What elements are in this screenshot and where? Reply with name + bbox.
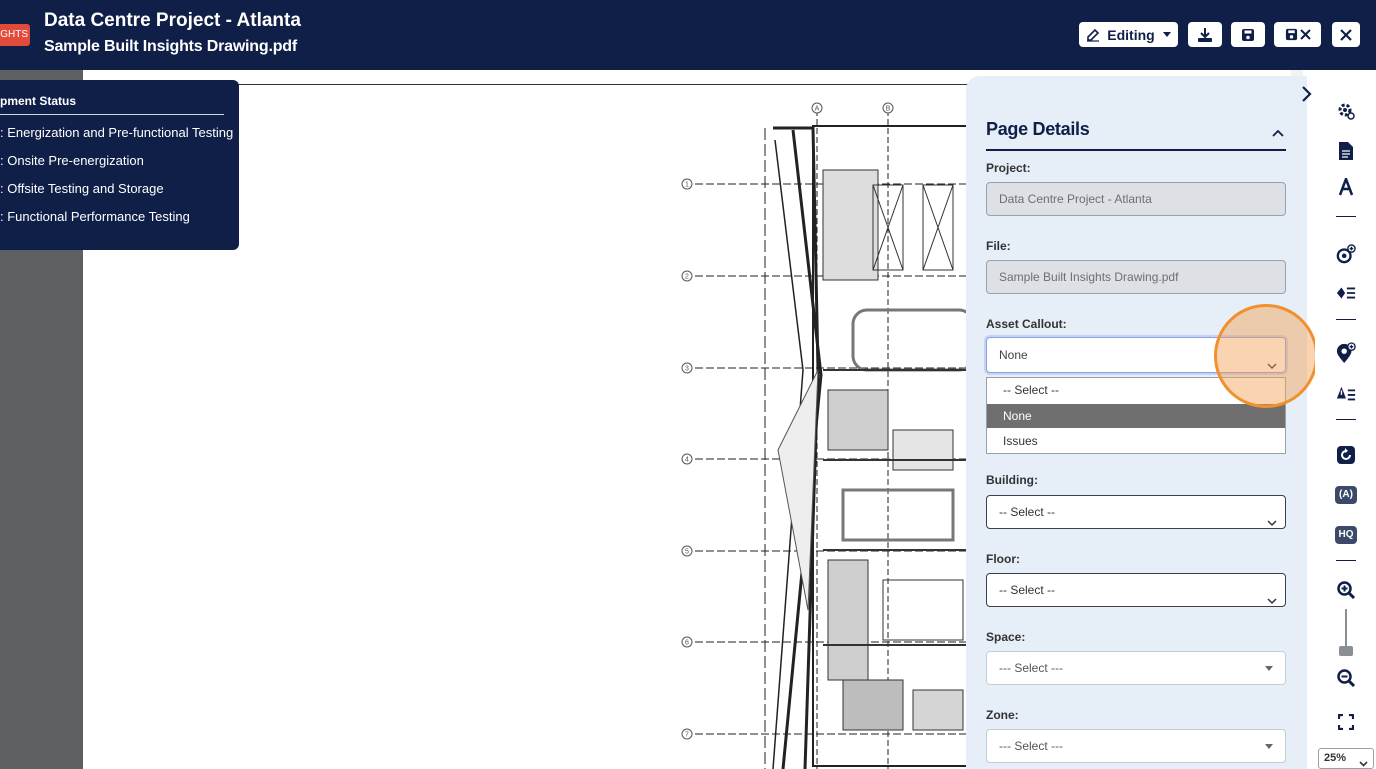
asset-callout-value: None [999,348,1028,362]
legend-title: pment Status [0,94,224,115]
issues-list-icon[interactable] [1336,384,1356,404]
row-marker: 6 [685,640,689,647]
zoom-in-icon[interactable] [1336,580,1356,600]
row-marker: 4 [685,457,689,464]
file-name: Sample Built Insights Drawing.pdf [44,38,297,55]
project-field: Data Centre Project - Atlanta [986,182,1286,216]
app-header: GHTS Data Centre Project - Atlanta Sampl… [0,0,1376,70]
caret-down-icon [1162,32,1171,37]
toolbar-separator [1336,216,1356,217]
auto-label-button[interactable]: (A) [1335,486,1357,504]
row-marker: 5 [685,549,689,556]
fullscreen-icon[interactable] [1336,712,1356,732]
project-label: Project: [986,161,1031,175]
option-issues[interactable]: Issues [987,429,1285,453]
save-icon [1241,28,1255,42]
chevron-down-icon [1267,585,1277,606]
caret-down-icon [1265,744,1273,749]
chevron-down-icon [1267,507,1277,528]
hq-toggle-button[interactable]: HQ [1335,526,1357,544]
caret-down-icon [1265,666,1273,671]
app-badge: GHTS [0,24,30,46]
row-marker: 7 [685,732,689,739]
zoom-slider-handle[interactable] [1339,646,1353,656]
view-settings-icon[interactable] [1336,101,1356,121]
save-button[interactable] [1231,22,1265,47]
space-select[interactable]: --- Select --- [986,651,1286,685]
page-details-header[interactable]: Page Details [986,116,1286,151]
rotate-icon[interactable] [1336,445,1356,465]
right-toolbar [1315,70,1376,769]
legend-item: : Functional Performance Testing [0,209,190,224]
close-icon [1299,29,1311,40]
floor-value: -- Select -- [999,583,1056,597]
option-none[interactable]: None [987,404,1285,428]
edit-icon [1086,28,1100,42]
chevron-up-icon[interactable] [1272,124,1284,142]
save-and-close-button[interactable] [1274,22,1321,47]
chevron-right-icon [1298,86,1314,108]
toolbar-separator [1336,319,1356,320]
floor-select[interactable]: -- Select -- [986,573,1286,607]
save-icon [1285,28,1298,41]
document-icon[interactable] [1336,141,1356,161]
zoom-level-select[interactable]: 25% [1318,748,1374,769]
click-highlight [1214,304,1318,408]
add-location-icon[interactable] [1336,342,1356,363]
close-icon [1340,28,1352,41]
legend-item: : Energization and Pre-functional Testin… [0,125,234,140]
row-marker: 1 [685,182,689,189]
building-select[interactable]: -- Select -- [986,495,1286,529]
text-icon[interactable] [1336,177,1356,197]
editing-mode-label: Editing [1107,26,1155,43]
zone-select[interactable]: --- Select --- [986,729,1286,763]
asset-callout-label: Asset Callout: [986,317,1067,331]
column-marker: A [815,106,820,113]
project-title: Data Centre Project - Atlanta [44,10,301,31]
file-field: Sample Built Insights Drawing.pdf [986,260,1286,294]
row-marker: 3 [685,366,689,373]
download-icon [1197,27,1213,43]
zone-value: --- Select --- [999,739,1063,753]
page-details-title: Page Details [986,119,1090,139]
file-label: File: [986,239,1011,253]
legend-item: : Offsite Testing and Storage [0,181,164,196]
add-asset-icon[interactable] [1336,244,1356,264]
building-label: Building: [986,473,1038,487]
space-value: --- Select --- [999,661,1063,675]
editing-mode-button[interactable]: Editing [1079,22,1178,47]
zoom-level-value: 25% [1324,752,1347,764]
floor-label: Floor: [986,552,1020,566]
space-label: Space: [986,630,1026,644]
zone-label: Zone: [986,708,1019,722]
column-marker: B [886,106,891,113]
zoom-out-icon[interactable] [1336,668,1356,688]
chevron-down-icon [1359,755,1368,769]
row-marker: 2 [685,274,689,281]
equipment-status-legend: pment Status : Energization and Pre-func… [0,80,239,250]
asset-list-icon[interactable] [1336,283,1356,303]
legend-item: : Onsite Pre-energization [0,153,144,168]
toolbar-separator [1336,419,1356,420]
toolbar-separator [1336,560,1356,561]
close-button[interactable] [1332,22,1360,47]
collapse-panel-button[interactable] [1298,84,1314,104]
download-button[interactable] [1188,22,1222,47]
building-value: -- Select -- [999,505,1056,519]
